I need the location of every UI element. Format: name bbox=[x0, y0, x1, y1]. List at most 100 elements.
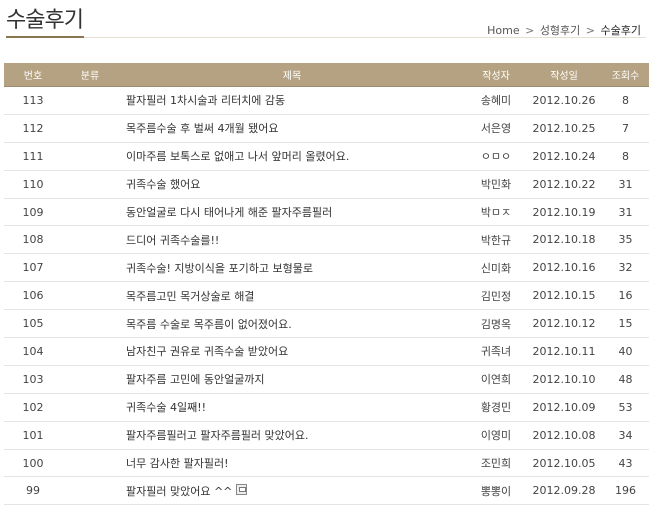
post-author-cell: ㅇㅁㅇ bbox=[466, 142, 526, 171]
post-views-cell: 16 bbox=[602, 281, 649, 311]
table-row[interactable]: 112 목주름수술 후 벌써 4개월 됐어요 서은영 2012.10.25 7 bbox=[4, 114, 649, 143]
table-row[interactable]: 106 목주름고민 목거상술로 해결 김민정 2012.10.15 16 bbox=[4, 281, 649, 311]
post-subject-link[interactable]: 목주름고민 목거상술로 해결 bbox=[126, 290, 254, 303]
post-category-cell bbox=[62, 170, 118, 199]
post-views-cell: 8 bbox=[602, 142, 649, 171]
post-subject-link[interactable]: 귀족수술! 지방이식을 포기하고 보형물로 bbox=[126, 262, 313, 275]
breadcrumb: Home > 성형후기 > 수술후기 bbox=[487, 22, 641, 38]
post-subject-link[interactable]: 귀족수술 했어요 bbox=[126, 178, 200, 191]
breadcrumb-separator: > bbox=[525, 24, 535, 37]
post-subject-cell: 팔자필러 맞았어요 ^^ bbox=[118, 476, 466, 506]
post-author-cell: 김민정 bbox=[466, 281, 526, 311]
post-subject-link[interactable]: 팔자필러 1차시술과 리터치에 감동 bbox=[126, 94, 285, 107]
column-header-subject: 제목 bbox=[118, 63, 466, 87]
table-body: 113 팔자필러 1차시술과 리터치에 감동 송혜미 2012.10.26 8 112 목주… bbox=[4, 86, 649, 506]
post-views-cell: 8 bbox=[602, 86, 649, 115]
post-subject-link[interactable]: 귀족수술 4일째!! bbox=[126, 401, 206, 414]
post-subject-link[interactable]: 목주름 수술로 목주름이 없어졌어요. bbox=[126, 318, 292, 331]
post-category-cell bbox=[62, 114, 118, 143]
table-row[interactable]: 105 목주름 수술로 목주름이 없어졌어요. 김명옥 2012.10.12 15 bbox=[4, 309, 649, 339]
post-date-cell: 2012.10.09 bbox=[526, 393, 602, 422]
review-board-table: 번호 분류 제목 작성자 작성일 조회수 113 팔자필러 1차시술과 리터치에 … bbox=[4, 63, 649, 506]
post-category-cell bbox=[62, 393, 118, 422]
post-subject-cell: 팔자주름필러고 팔자주름필러 맞았어요. bbox=[118, 421, 466, 450]
post-author-cell: 서은영 bbox=[466, 114, 526, 143]
post-subject-cell: 너무 감사한 팔자필러! bbox=[118, 449, 466, 478]
table-row[interactable]: 110 귀족수술 했어요 박민화 2012.10.22 31 bbox=[4, 170, 649, 199]
post-views-cell: 31 bbox=[602, 198, 649, 227]
post-subject-cell: 남자친구 권유로 귀족수술 받았어요 bbox=[118, 337, 466, 366]
table-row[interactable]: 104 남자친구 권유로 귀족수술 받았어요 귀족녀 2012.10.11 40 bbox=[4, 337, 649, 366]
post-subject-link[interactable]: 팔자필러 맞았어요 ^^ bbox=[126, 485, 232, 498]
post-date-cell: 2012.10.15 bbox=[526, 281, 602, 311]
table-row[interactable]: 113 팔자필러 1차시술과 리터치에 감동 송혜미 2012.10.26 8 bbox=[4, 86, 649, 115]
post-subject-cell: 귀족수술! 지방이식을 포기하고 보형물로 bbox=[118, 253, 466, 283]
post-author-cell: 황경민 bbox=[466, 393, 526, 422]
post-author-cell: 신미화 bbox=[466, 253, 526, 283]
post-date-cell: 2012.10.26 bbox=[526, 86, 602, 115]
table-row[interactable]: 107 귀족수술! 지방이식을 포기하고 보형물로 신미화 2012.10.16 32 bbox=[4, 253, 649, 283]
post-subject-link[interactable]: 드디어 귀족수술를!! bbox=[126, 234, 219, 247]
table-row[interactable]: 101 팔자주름필러고 팔자주름필러 맞았어요. 이영미 2012.10.08 34 bbox=[4, 421, 649, 450]
post-views-cell: 31 bbox=[602, 170, 649, 199]
post-number-cell: 104 bbox=[4, 337, 62, 366]
post-subject-cell: 목주름 수술로 목주름이 없어졌어요. bbox=[118, 309, 466, 339]
post-subject-link[interactable]: 목주름수술 후 벌써 4개월 됐어요 bbox=[126, 122, 279, 135]
post-category-cell bbox=[62, 337, 118, 366]
post-date-cell: 2012.10.08 bbox=[526, 421, 602, 450]
post-author-cell: 조민희 bbox=[466, 449, 526, 478]
post-number-cell: 100 bbox=[4, 449, 62, 478]
table-row[interactable]: 102 귀족수술 4일째!! 황경민 2012.10.09 53 bbox=[4, 393, 649, 422]
post-number-cell: 112 bbox=[4, 114, 62, 143]
post-subject-link[interactable]: 이마주름 보톡스로 없애고 나서 앞머리 올렸어요. bbox=[126, 150, 349, 163]
post-subject-cell: 목주름고민 목거상술로 해결 bbox=[118, 281, 466, 311]
post-subject-link[interactable]: 팔자주름필러고 팔자주름필러 맞았어요. bbox=[126, 429, 309, 442]
post-number-cell: 107 bbox=[4, 253, 62, 283]
post-subject-link[interactable]: 너무 감사한 팔자필러! bbox=[126, 457, 228, 470]
post-subject-cell: 목주름수술 후 벌써 4개월 됐어요 bbox=[118, 114, 466, 143]
post-author-cell: 박한규 bbox=[466, 225, 526, 255]
table-row[interactable]: 109 동안얼굴로 다시 태어나게 해준 팔자주름필러 박ㅁㅈ 2012.10.19 3… bbox=[4, 198, 649, 227]
post-views-cell: 48 bbox=[602, 365, 649, 394]
post-date-cell: 2012.09.28 bbox=[526, 476, 602, 506]
column-header-category: 분류 bbox=[62, 63, 118, 87]
table-row[interactable]: 108 드디어 귀족수술를!! 박한규 2012.10.18 35 bbox=[4, 225, 649, 255]
post-number-cell: 108 bbox=[4, 225, 62, 255]
post-views-cell: 7 bbox=[602, 114, 649, 143]
post-author-cell: 뽕뽕이 bbox=[466, 476, 526, 506]
table-row[interactable]: 103 팔자주름 고민에 동안얼굴까지 이연희 2012.10.10 48 bbox=[4, 365, 649, 394]
post-author-cell: 박ㅁㅈ bbox=[466, 198, 526, 227]
file-attachment-icon bbox=[236, 484, 248, 496]
post-category-cell bbox=[62, 281, 118, 311]
post-date-cell: 2012.10.12 bbox=[526, 309, 602, 339]
post-subject-link[interactable]: 남자친구 권유로 귀족수술 받았어요 bbox=[126, 345, 288, 358]
table-row[interactable]: 99 팔자필러 맞았어요 ^^ 뽕뽕이 2012.09.28 196 bbox=[4, 476, 649, 506]
breadcrumb-category[interactable]: 성형후기 bbox=[540, 24, 580, 37]
post-views-cell: 15 bbox=[602, 309, 649, 339]
table-row[interactable]: 111 이마주름 보톡스로 없애고 나서 앞머리 올렸어요. ㅇㅁㅇ 2012.10.… bbox=[4, 142, 649, 171]
post-author-cell: 이연희 bbox=[466, 365, 526, 394]
post-author-cell: 김명옥 bbox=[466, 309, 526, 339]
table-header: 번호 분류 제목 작성자 작성일 조회수 bbox=[4, 63, 649, 87]
post-views-cell: 40 bbox=[602, 337, 649, 366]
post-views-cell: 53 bbox=[602, 393, 649, 422]
post-category-cell bbox=[62, 86, 118, 115]
post-category-cell bbox=[62, 476, 118, 506]
post-date-cell: 2012.10.18 bbox=[526, 225, 602, 255]
post-subject-link[interactable]: 동안얼굴로 다시 태어나게 해준 팔자주름필러 bbox=[126, 206, 332, 219]
breadcrumb-current: 수술후기 bbox=[600, 24, 641, 37]
post-category-cell bbox=[62, 309, 118, 339]
breadcrumb-home[interactable]: Home bbox=[487, 24, 519, 37]
post-subject-cell: 팔자필러 1차시술과 리터치에 감동 bbox=[118, 86, 466, 115]
post-subject-cell: 귀족수술 했어요 bbox=[118, 170, 466, 199]
post-author-cell: 이영미 bbox=[466, 421, 526, 450]
post-subject-link[interactable]: 팔자주름 고민에 동안얼굴까지 bbox=[126, 373, 265, 386]
post-views-cell: 196 bbox=[602, 476, 649, 506]
post-date-cell: 2012.10.16 bbox=[526, 253, 602, 283]
table-row[interactable]: 100 너무 감사한 팔자필러! 조민희 2012.10.05 43 bbox=[4, 449, 649, 478]
post-number-cell: 103 bbox=[4, 365, 62, 394]
post-category-cell bbox=[62, 421, 118, 450]
post-subject-cell: 귀족수술 4일째!! bbox=[118, 393, 466, 422]
breadcrumb-separator: > bbox=[585, 24, 596, 37]
title-underline bbox=[6, 36, 84, 38]
